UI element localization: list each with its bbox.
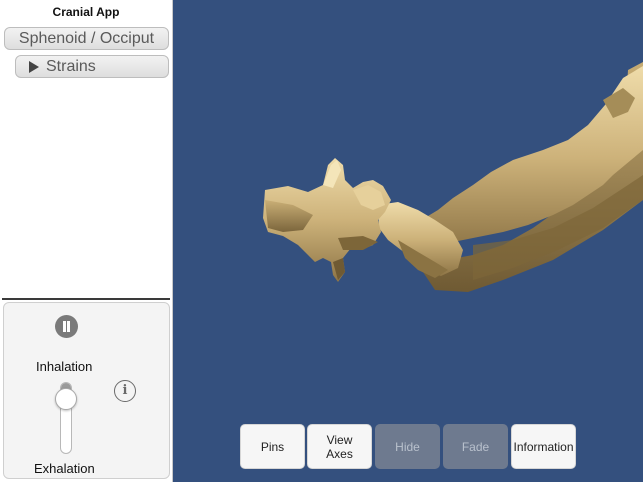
inhalation-label: Inhalation	[36, 359, 93, 374]
strains-label: Strains	[46, 58, 96, 75]
view-axes-button[interactable]: View Axes	[307, 424, 372, 469]
app-title: Cranial App	[52, 5, 120, 19]
strains-button[interactable]: Strains	[15, 55, 169, 78]
sidebar-divider	[2, 298, 170, 300]
fade-button[interactable]: Fade	[443, 424, 508, 469]
bone-selector-button[interactable]: Sphenoid / Occiput	[4, 27, 169, 50]
exhalation-label: Exhalation	[34, 461, 95, 476]
sphenoid-bone	[263, 158, 391, 282]
information-button[interactable]: Information	[511, 424, 576, 469]
hide-button[interactable]: Hide	[375, 424, 440, 469]
skull-model	[263, 62, 643, 292]
play-icon	[29, 61, 39, 73]
pins-button[interactable]: Pins	[240, 424, 305, 469]
sidebar: Cranial App Sphenoid / Occiput Strains I…	[0, 0, 173, 482]
3d-viewport[interactable]: Pins View Axes Hide Fade Information	[173, 0, 643, 482]
breathing-control-panel: Inhalation i Exhalation	[3, 302, 170, 479]
info-icon[interactable]: i	[114, 380, 136, 402]
pause-icon[interactable]	[55, 315, 78, 338]
breathing-slider-thumb[interactable]	[55, 388, 77, 410]
